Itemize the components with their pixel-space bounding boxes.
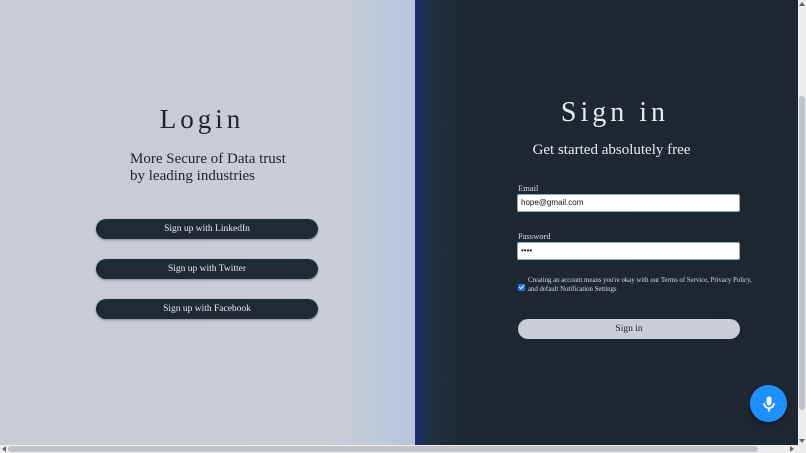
vertical-scroll-thumb[interactable] — [799, 96, 805, 410]
password-label: Password — [518, 231, 551, 241]
microphone-icon — [762, 396, 775, 411]
facebook-signup-button[interactable]: Sign up with Facebook — [96, 299, 318, 319]
scroll-right-arrow-icon[interactable] — [790, 446, 794, 452]
email-input[interactable]: hope@gmail.com — [517, 194, 740, 212]
scroll-left-arrow-icon[interactable] — [2, 446, 6, 452]
horizontal-scrollbar[interactable] — [0, 445, 806, 453]
scroll-down-arrow-icon[interactable] — [799, 439, 805, 443]
terms-text: Creating an account means you're okay wi… — [528, 277, 752, 293]
signin-button[interactable]: Sign in — [518, 319, 740, 339]
linkedin-signup-button[interactable]: Sign up with LinkedIn — [96, 219, 318, 239]
scroll-up-arrow-icon[interactable] — [799, 2, 805, 6]
password-input[interactable]: •••• — [517, 242, 740, 260]
horizontal-scroll-thumb[interactable] — [8, 446, 758, 452]
login-title: Login — [159, 104, 245, 134]
terms-checkbox[interactable] — [518, 284, 525, 291]
signin-title: Sign in — [560, 97, 670, 128]
email-label: Email — [518, 183, 539, 193]
twitter-signup-button[interactable]: Sign up with Twitter — [96, 259, 318, 279]
signin-subtitle: Get started absolutely free — [532, 142, 691, 158]
signin-panel — [415, 0, 798, 445]
vertical-scrollbar[interactable] — [798, 0, 806, 445]
login-tagline: More Secure of Data trust by leading ind… — [130, 151, 286, 184]
microphone-button[interactable] — [750, 385, 787, 422]
